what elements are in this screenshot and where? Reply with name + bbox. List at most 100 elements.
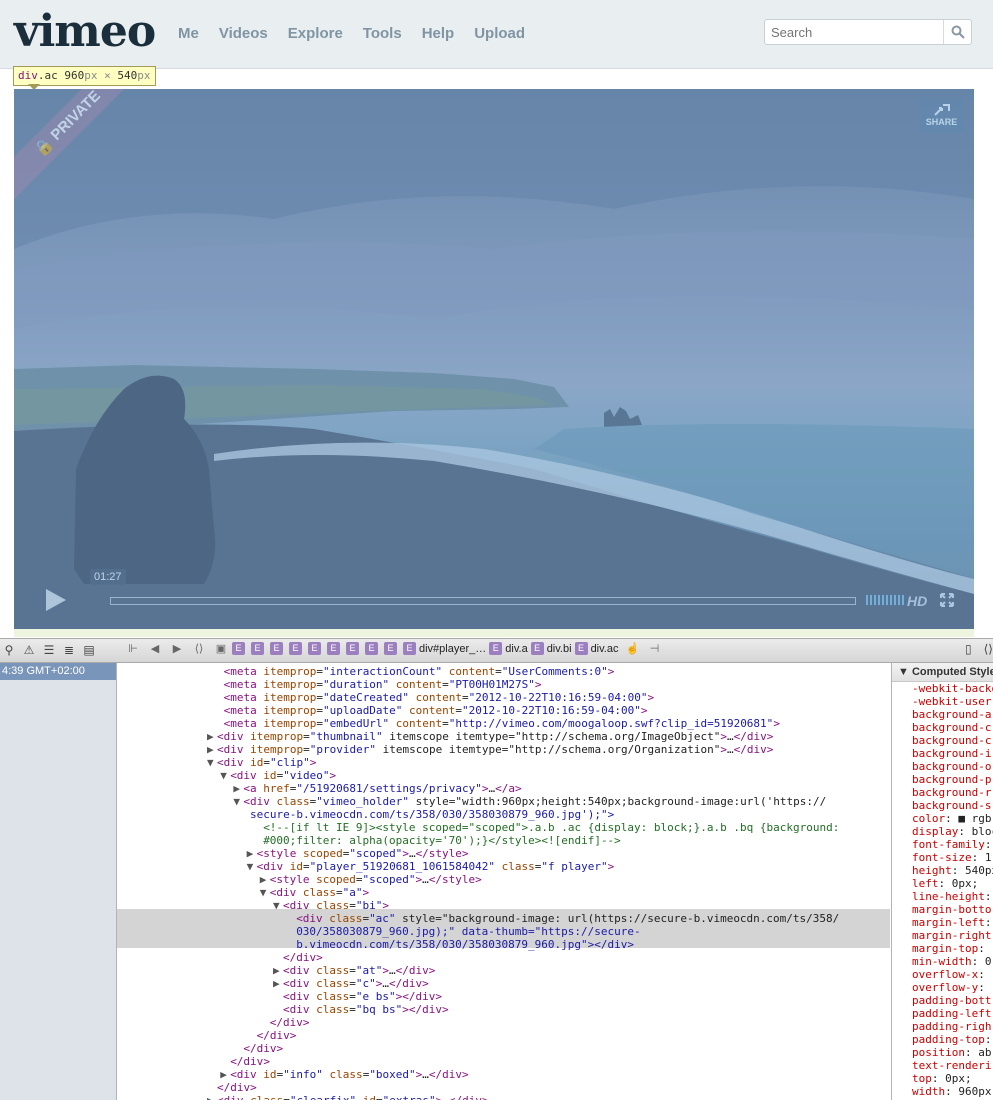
search-input[interactable] [765, 20, 943, 44]
dom-node[interactable]: <div class="bq bs"></div> [283, 1003, 449, 1016]
breadcrumb-element[interactable]: E [251, 642, 267, 655]
console-icon[interactable]: ≣ [62, 642, 76, 658]
expand-triangle-icon[interactable]: ▶ [273, 964, 280, 977]
dom-node[interactable]: </div> [257, 1029, 297, 1042]
search-button[interactable] [943, 20, 971, 44]
nav-upload[interactable]: Upload [474, 25, 525, 42]
code-icon[interactable]: ⟨⟩ [984, 642, 993, 656]
breadcrumb-div-a[interactable]: Ediv.a [489, 642, 528, 655]
dom-node[interactable]: ▼ <div id="player_51920681_1061584042" cl… [247, 860, 615, 873]
breadcrumb-div-ac[interactable]: Ediv.ac [574, 642, 618, 655]
source-icon[interactable]: ⟨⟩ [188, 642, 210, 655]
dom-node[interactable]: 030/358030879_960.jpg);" data-thumb="htt… [296, 925, 640, 938]
collapse-triangle-icon[interactable]: ▼ [247, 860, 254, 873]
expand-triangle-icon[interactable]: ▶ [273, 977, 280, 990]
breadcrumb-div-bi[interactable]: Ediv.bi [530, 642, 572, 655]
breadcrumb-element[interactable]: E [365, 642, 381, 655]
dom-node[interactable]: ▼ <div class="a"> [260, 886, 369, 899]
breadcrumb-element[interactable]: E [346, 642, 362, 655]
nav-help[interactable]: Help [422, 25, 455, 42]
dom-node[interactable]: <meta itemprop="embedUrl" content="http:… [224, 717, 780, 730]
breadcrumb-player[interactable]: Ediv#player_… [403, 642, 486, 655]
dom-node[interactable]: ▶ <div id="info" class="boxed">…</div> [220, 1068, 468, 1081]
search-icon[interactable]: ⚲ [2, 642, 16, 658]
dom-node[interactable]: <div class="e bs"></div> [283, 990, 442, 1003]
dom-node[interactable]: <div class="ac" style="background-image:… [296, 912, 839, 925]
list-icon[interactable]: ☰ [42, 642, 56, 658]
collapse-triangle-icon[interactable]: ▼ [273, 899, 280, 912]
dom-node[interactable]: ▶ <div itemprop="thumbnail" itemscope ite… [207, 730, 773, 743]
vimeo-logo[interactable]: vimeo [14, 6, 156, 58]
expand-triangle-icon[interactable]: ▶ [247, 847, 254, 860]
warning-icon[interactable]: ⚠ [22, 642, 36, 658]
document-icon[interactable]: ▣ [210, 642, 232, 655]
dom-node[interactable]: ▶ <div class="c">…</div> [273, 977, 429, 990]
expand-triangle-icon[interactable]: ▶ [220, 1068, 227, 1081]
dom-node[interactable]: ▶ <style scoped="scoped">…</style> [247, 847, 469, 860]
nav-me[interactable]: Me [178, 25, 199, 42]
dom-node[interactable]: </div> [243, 1042, 283, 1055]
dom-node[interactable]: <meta itemprop="uploadDate" content="201… [224, 704, 648, 717]
element-icon: E [270, 642, 283, 655]
dom-node[interactable]: </div> [283, 951, 323, 964]
sidebar-toggle-icon[interactable]: ⊩ [122, 642, 144, 655]
fullscreen-icon[interactable] [940, 593, 954, 607]
tooltip-height: 540 [117, 69, 138, 82]
timeline-entry[interactable]: 4:39 GMT+02:00 [0, 663, 116, 680]
dom-node[interactable]: ▶ <div class="at">…</div> [273, 964, 435, 977]
collapse-triangle-icon[interactable]: ▼ [260, 886, 267, 899]
breadcrumb-element[interactable]: E [327, 642, 343, 655]
dom-node[interactable]: <meta itemprop="interactionCount" conten… [224, 665, 615, 678]
dom-node[interactable]: <meta itemprop="dateCreated" content="20… [224, 691, 655, 704]
nav-explore[interactable]: Explore [288, 25, 343, 42]
time-badge: 01:27 [90, 569, 126, 585]
panel-toggle-icon[interactable]: ⊣ [643, 642, 665, 655]
dom-node[interactable]: ▶ <a href="/51920681/settings/privacy">…<… [233, 782, 521, 795]
dom-node[interactable]: <meta itemprop="duration" content="PT00H… [224, 678, 542, 691]
breadcrumb-element[interactable]: E [270, 642, 286, 655]
breadcrumb-element[interactable]: E [232, 642, 248, 655]
dom-node[interactable]: ▶<div class="clearfix" id="extras">…</di… [207, 1094, 489, 1100]
expand-triangle-icon[interactable]: ▶ [207, 743, 214, 756]
nav-videos[interactable]: Videos [219, 25, 268, 42]
hd-toggle[interactable]: HD [907, 593, 927, 609]
seek-bar[interactable] [110, 597, 856, 605]
back-icon[interactable]: ◀ [144, 642, 166, 655]
volume-bar [894, 595, 896, 605]
computed-style-header[interactable]: ▼ Computed Style [892, 663, 993, 682]
dom-node[interactable]: ▼ <div id="video"> [220, 769, 336, 782]
dom-node[interactable]: ▼ <div id="clip"> [207, 756, 316, 769]
video-player[interactable]: 🔒 PRIVATE SHARE 01:27 HD [14, 89, 974, 629]
dom-node[interactable]: b.vimeocdn.com/ts/358/030/358030879_960.… [296, 938, 634, 951]
page-icon[interactable]: ▯ [965, 642, 972, 656]
collapse-triangle-icon[interactable]: ▼ [207, 756, 214, 769]
forward-icon[interactable]: ▶ [166, 642, 188, 655]
expand-triangle-icon[interactable]: ▶ [207, 1094, 214, 1100]
expand-triangle-icon[interactable]: ▶ [233, 782, 240, 795]
dom-node[interactable]: </div> [217, 1081, 257, 1094]
inspect-hand-icon[interactable]: ☝ [621, 642, 643, 655]
dom-node[interactable]: ▶ <div itemprop="provider" itemscope item… [207, 743, 773, 756]
share-button[interactable]: SHARE [919, 99, 964, 133]
dom-node[interactable]: ▼ <div class="vimeo_holder" style="width:… [233, 795, 826, 808]
collapse-triangle-icon[interactable]: ▼ [220, 769, 227, 782]
breadcrumb-element[interactable]: E [308, 642, 324, 655]
volume-control[interactable] [866, 595, 904, 605]
nav-tools[interactable]: Tools [363, 25, 402, 42]
dom-node[interactable]: </div> [270, 1016, 310, 1029]
breadcrumb-element[interactable]: E [289, 642, 305, 655]
dom-node[interactable]: #000;filter: alpha(opacity='70');}</styl… [263, 834, 621, 847]
dom-node[interactable]: secure-b.vimeocdn.com/ts/358/030/3580308… [250, 808, 614, 821]
player-controls: 01:27 HD [14, 569, 974, 629]
dom-node[interactable]: </div> [230, 1055, 270, 1068]
expand-triangle-icon[interactable]: ▶ [207, 730, 214, 743]
dom-node[interactable]: ▼ <div class="bi"> [273, 899, 389, 912]
breadcrumb-element[interactable]: E [384, 642, 400, 655]
dom-node[interactable]: <!--[if lt IE 9]><style scoped="scoped">… [263, 821, 839, 834]
expand-triangle-icon[interactable]: ▶ [260, 873, 267, 886]
play-icon[interactable] [46, 589, 66, 611]
dom-node[interactable]: ▶ <style scoped="scoped">…</style> [260, 873, 482, 886]
collapse-triangle-icon[interactable]: ▼ [233, 795, 240, 808]
dock-icon[interactable]: ▤ [82, 642, 96, 658]
web-inspector: ⚲ ⚠ ☰ ≣ ▤ ⊩ ◀ ▶ ⟨⟩ ▣ E E E E E E E E E E… [0, 638, 993, 1100]
